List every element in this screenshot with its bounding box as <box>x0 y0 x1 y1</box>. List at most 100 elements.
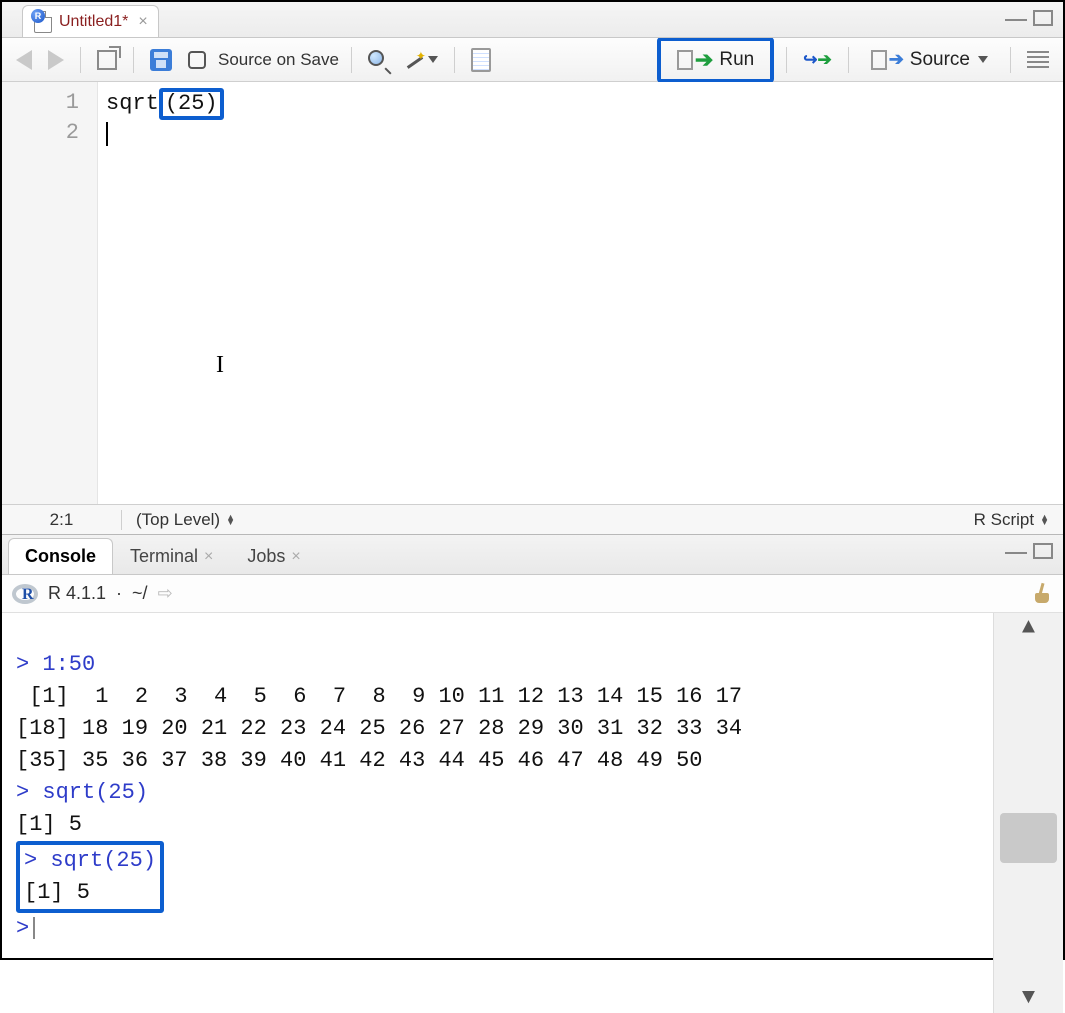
toolbar-separator <box>454 47 455 73</box>
console-command: sqrt(25) <box>37 848 156 873</box>
console-scrollbar[interactable]: ▲ ▼ <box>993 613 1063 1013</box>
toolbar-separator <box>133 47 134 73</box>
run-icon: ➔ <box>677 47 713 73</box>
console-result: [1] 5 <box>16 812 82 837</box>
line-number: 1 <box>2 88 79 118</box>
console-output[interactable]: > 1:50 [1] 1 2 3 4 5 6 7 8 9 10 11 12 13… <box>2 613 1063 1013</box>
tab-terminal[interactable]: Terminal × <box>113 538 230 574</box>
working-directory[interactable]: ~/ <box>132 583 148 604</box>
console-header: R R 4.1.1 · ~/ ⇨ <box>2 575 1063 613</box>
scope-label: (Top Level) <box>136 510 220 530</box>
rerun-icon: ↪ <box>803 50 817 70</box>
cursor-position: 2:1 <box>2 510 122 530</box>
close-icon[interactable]: × <box>291 548 300 566</box>
tab-label: Jobs <box>247 546 285 567</box>
nav-forward-button[interactable] <box>44 45 68 75</box>
scope-selector[interactable]: (Top Level) ▲▼ <box>122 510 249 530</box>
console-tab-strip: Console Terminal × Jobs × <box>2 535 1063 575</box>
scroll-up-icon[interactable]: ▲ <box>994 613 1063 643</box>
line-number: 2 <box>2 118 79 148</box>
run-label: Run <box>719 49 754 71</box>
r-logo-icon: R <box>12 584 38 604</box>
caret-down-icon <box>428 56 438 63</box>
save-icon <box>150 49 172 71</box>
minimize-pane-icon[interactable] <box>1005 15 1027 21</box>
code-text-area[interactable]: sqrt(25) I <box>98 82 1063 504</box>
close-icon[interactable]: × <box>204 548 213 566</box>
arrow-left-icon <box>16 50 32 70</box>
popout-icon <box>97 50 117 70</box>
r-version-label: R 4.1.1 <box>48 583 106 604</box>
arrow-right-icon <box>48 50 64 70</box>
code-editor[interactable]: 1 2 sqrt(25) I <box>2 82 1063 504</box>
text-cursor <box>106 122 108 146</box>
console-highlight: > sqrt(25) [1] 5 <box>16 841 164 913</box>
file-type-selector[interactable]: R Script ▲▼ <box>960 510 1063 530</box>
code-tools-button[interactable]: ✦ <box>400 45 442 75</box>
find-replace-button[interactable] <box>364 45 392 75</box>
console-prompt: > <box>24 848 37 873</box>
source-file-tab[interactable]: R Untitled1* × <box>22 5 159 37</box>
compile-report-button[interactable] <box>467 45 495 75</box>
updown-icon: ▲▼ <box>1040 515 1049 525</box>
source-pane: R Untitled1* × Source on Save ✦ ➔ Run <box>2 2 1063 535</box>
source-tab-title: Untitled1* <box>59 13 128 31</box>
show-in-new-window-button[interactable] <box>93 45 121 75</box>
console-pane: Console Terminal × Jobs × R R 4.1.1 · ~/ ⇨… <box>2 535 1063 1013</box>
console-result: [1] 1 2 3 4 5 6 7 8 9 10 11 12 13 14 15 … <box>16 684 742 709</box>
outline-icon <box>1027 51 1049 69</box>
scroll-down-icon[interactable]: ▼ <box>994 983 1063 1013</box>
console-result: [18] 18 19 20 21 22 23 24 25 26 27 28 29… <box>16 716 742 741</box>
run-button-highlight: ➔ Run <box>657 37 774 83</box>
run-button[interactable]: ➔ Run <box>667 43 764 77</box>
console-command: 1:50 <box>29 652 95 677</box>
toolbar-separator <box>786 47 787 73</box>
line-number-gutter: 1 2 <box>2 82 98 504</box>
save-button[interactable] <box>146 45 176 75</box>
tab-console[interactable]: Console <box>8 538 113 574</box>
notebook-icon <box>471 48 491 72</box>
updown-icon: ▲▼ <box>226 515 235 525</box>
source-window-controls <box>1005 10 1053 26</box>
editor-status-bar: 2:1 (Top Level) ▲▼ R Script ▲▼ <box>2 504 1063 534</box>
wand-icon: ✦ <box>404 49 426 71</box>
source-on-save-checkbox[interactable] <box>184 45 210 75</box>
code-highlight-text: (25) <box>165 91 218 116</box>
toolbar-separator <box>351 47 352 73</box>
tab-label: Console <box>25 546 96 567</box>
outline-button[interactable] <box>1023 45 1053 75</box>
close-tab-icon[interactable]: × <box>138 13 147 31</box>
magnifier-icon <box>368 50 388 70</box>
popout-console-icon[interactable]: ⇨ <box>158 583 173 604</box>
ibeam-cursor-icon: I <box>216 350 224 380</box>
console-result: [35] 35 36 37 38 39 40 41 42 43 44 45 46… <box>16 748 703 773</box>
scroll-thumb[interactable] <box>1000 813 1057 863</box>
r-document-icon: R <box>33 11 53 33</box>
console-window-controls <box>1005 543 1053 559</box>
maximize-pane-icon[interactable] <box>1033 10 1053 26</box>
clear-console-icon[interactable] <box>1031 583 1053 605</box>
maximize-pane-icon[interactable] <box>1033 543 1053 559</box>
source-icon: ➔ <box>871 49 904 70</box>
console-prompt: > <box>16 780 29 805</box>
tab-jobs[interactable]: Jobs × <box>230 538 317 574</box>
console-prompt: > <box>16 652 29 677</box>
code-text: sqrt <box>106 91 159 116</box>
console-prompt: > <box>16 916 29 941</box>
code-highlight: (25) <box>159 88 224 120</box>
console-cursor <box>33 917 35 939</box>
dot-separator: · <box>116 583 122 604</box>
source-tab-strip: R Untitled1* × <box>2 2 1063 38</box>
rerun-button[interactable]: ↪➔ <box>799 45 836 75</box>
toolbar-separator <box>848 47 849 73</box>
caret-down-icon <box>978 56 988 63</box>
source-on-save-label: Source on Save <box>218 50 339 70</box>
editor-toolbar: Source on Save ✦ ➔ Run ↪➔ ➔ Source <box>2 38 1063 82</box>
checkbox-icon <box>188 51 206 69</box>
tab-label: Terminal <box>130 546 198 567</box>
nav-back-button[interactable] <box>12 45 36 75</box>
minimize-pane-icon[interactable] <box>1005 548 1027 554</box>
toolbar-separator <box>1010 47 1011 73</box>
source-label: Source <box>910 49 970 71</box>
source-button[interactable]: ➔ Source <box>861 45 998 75</box>
